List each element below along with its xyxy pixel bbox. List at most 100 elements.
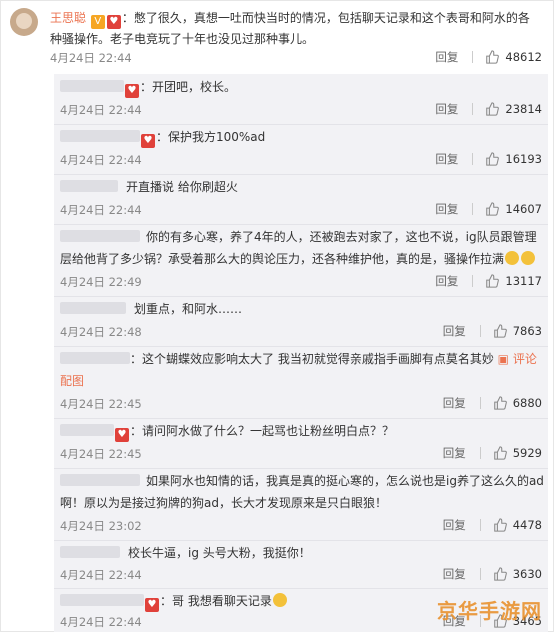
reply-actions: 回复 14607 — [435, 201, 542, 217]
member-badge-icon: ♥ — [125, 84, 139, 98]
list-item: ♥ ：开团吧，校长。 4月24日 22:44 回复 23814 — [54, 74, 548, 125]
list-item: 你的有多心寒，养了4年的人，还被跑去对家了，这也不说，ig队员跟管理层给他背了多… — [54, 224, 548, 297]
thumbs-up-icon[interactable] — [485, 102, 500, 116]
reply-button[interactable]: 回复 — [443, 566, 466, 582]
reply-text: ♥ ：开团吧，校长。 — [60, 76, 544, 98]
thumbs-up-icon[interactable] — [493, 396, 507, 410]
reply-text: 划重点，和阿水…… — [60, 298, 544, 320]
reply-actions: 回复 13117 — [435, 273, 542, 289]
timestamp: 4月24日 22:44 — [60, 568, 142, 582]
timestamp: 4月24日 22:49 — [60, 275, 142, 289]
list-item: 划重点，和阿水…… 4月24日 22:48 回复 7863 — [54, 296, 548, 347]
reply-text: ♥ ：保护我方100%ad — [60, 126, 544, 148]
thumbs-up-icon[interactable] — [485, 202, 500, 216]
like-count: 23814 — [505, 102, 542, 116]
reply-actions: 回复 6880 — [443, 395, 542, 411]
reply-body: 开直播说 给你刷超火 — [126, 180, 238, 194]
member-badge-icon: ♥ — [115, 428, 129, 442]
member-badge-icon: ♥ — [145, 598, 159, 612]
reply-body: 校长牛逼，ig 头号大粉，我挺你！ — [128, 546, 311, 560]
username-link[interactable]: 王思聪 — [50, 11, 86, 25]
username-link[interactable] — [60, 180, 118, 192]
name-separator: ： — [121, 11, 134, 25]
reply-actions: 回复 4478 — [443, 517, 542, 533]
timestamp: 4月24日 22:44 — [60, 615, 142, 629]
timestamp: 4月24日 22:45 — [60, 447, 142, 461]
username-link[interactable] — [60, 352, 130, 364]
thumbs-up-icon[interactable] — [485, 274, 500, 288]
thumbs-up-icon[interactable] — [485, 50, 500, 64]
like-count: 3630 — [512, 567, 542, 581]
timestamp: 4月24日 22:44 — [60, 153, 142, 167]
username-link[interactable] — [60, 474, 140, 486]
username-link[interactable] — [60, 302, 126, 314]
reply-actions: 回复 7863 — [443, 323, 542, 339]
emoji-icon — [521, 251, 536, 265]
reply-button[interactable]: 回复 — [435, 101, 458, 117]
reply-body: ：请问阿水做了什么？一起骂也让粉丝明白点？？ — [130, 424, 395, 438]
reply-text: 你的有多心寒，养了4年的人，还被跑去对家了，这也不说，ig队员跟管理层给他背了多… — [60, 226, 544, 270]
divider — [479, 447, 481, 459]
reply-button[interactable]: 回复 — [443, 517, 466, 533]
divider — [479, 519, 481, 531]
list-item: ♥ ：请问阿水做了什么？一起骂也让粉丝明白点？？ 4月24日 22:45 回复 5… — [54, 418, 548, 469]
reply-text: 校长牛逼，ig 头号大粉，我挺你！ — [60, 542, 544, 564]
reply-actions: 回复 5929 — [443, 445, 542, 461]
username-link[interactable] — [60, 230, 140, 242]
list-item: ♥ ：保护我方100%ad 4月24日 22:44 回复 16193 — [54, 124, 548, 175]
emoji-icon — [505, 251, 520, 265]
reply-button[interactable]: 回复 — [435, 273, 458, 289]
like-count: 14607 — [505, 202, 542, 216]
reply-body: ：这个蝴蝶效应影响太大了 我当初就觉得亲戚指手画脚有点莫名其妙 — [130, 352, 494, 366]
reply-text: 开直播说 给你刷超火 — [60, 176, 544, 198]
reply-actions: 回复 23814 — [435, 101, 542, 117]
reply-button[interactable]: 回复 — [435, 201, 458, 217]
thumbs-up-icon[interactable] — [493, 324, 507, 338]
reply-button[interactable]: 回复 — [443, 445, 466, 461]
divider — [472, 153, 474, 165]
main-comment: 王思聪 V ♥ ：憋了很久，真想一吐而快当时的情况，包括聊天记录和这个表哥和阿水的各… — [6, 6, 548, 66]
divider — [472, 51, 474, 63]
reply-button[interactable]: 回复 — [443, 323, 466, 339]
watermark-logo: 京华手游网 — [437, 599, 542, 623]
thumbs-up-icon[interactable] — [493, 446, 507, 460]
list-item: ：这个蝴蝶效应影响太大了 我当初就觉得亲戚指手画脚有点莫名其妙 ▣ 评论配图 4… — [54, 346, 548, 419]
like-count: 48612 — [505, 50, 542, 64]
reply-actions: 回复 3630 — [443, 566, 542, 582]
reply-body: ：保护我方100%ad — [156, 130, 266, 144]
username-link[interactable] — [60, 80, 124, 92]
reply-text: ：这个蝴蝶效应影响太大了 我当初就觉得亲戚指手画脚有点莫名其妙 ▣ 评论配图 — [60, 348, 544, 392]
timestamp: 4月24日 22:44 — [50, 51, 132, 65]
list-item: 如果阿水也知情的话，我真是真的挺心寒的，怎么说也是ig养了这么久的ad啊！原以为… — [54, 468, 548, 541]
like-count: 5929 — [512, 446, 542, 460]
reply-body: ：开团吧，校长。 — [140, 80, 237, 94]
divider — [479, 397, 481, 409]
timestamp: 4月24日 22:44 — [60, 103, 142, 117]
username-link[interactable] — [60, 424, 114, 436]
thumbs-up-icon[interactable] — [493, 567, 507, 581]
thumbs-up-icon[interactable] — [485, 152, 500, 166]
divider — [479, 568, 481, 580]
reply-body: 划重点，和阿水…… — [134, 302, 243, 316]
reply-button[interactable]: 回复 — [435, 49, 458, 65]
comment-actions: 回复 48612 — [435, 49, 542, 65]
timestamp: 4月24日 23:02 — [60, 519, 142, 533]
divider — [479, 325, 481, 337]
member-badge-icon: ♥ — [141, 134, 155, 148]
username-link[interactable] — [60, 130, 140, 142]
comment-thread: 王思聪 V ♥ ：憋了很久，真想一吐而快当时的情况，包括聊天记录和这个表哥和阿水的各… — [0, 0, 554, 632]
thumbs-up-icon[interactable] — [493, 518, 507, 532]
like-count: 16193 — [505, 152, 542, 166]
timestamp: 4月24日 22:44 — [60, 203, 142, 217]
reply-text: 如果阿水也知情的话，我真是真的挺心寒的，怎么说也是ig养了这么久的ad啊！原以为… — [60, 470, 544, 514]
reply-text: ♥ ：请问阿水做了什么？一起骂也让粉丝明白点？？ — [60, 420, 544, 442]
divider — [472, 275, 474, 287]
username-link[interactable] — [60, 546, 120, 558]
like-count: 4478 — [512, 518, 542, 532]
like-count: 7863 — [512, 324, 542, 338]
reply-button[interactable]: 回复 — [435, 151, 458, 167]
reply-button[interactable]: 回复 — [443, 395, 466, 411]
username-link[interactable] — [60, 594, 144, 606]
avatar[interactable] — [10, 8, 38, 36]
reply-actions: 回复 16193 — [435, 151, 542, 167]
